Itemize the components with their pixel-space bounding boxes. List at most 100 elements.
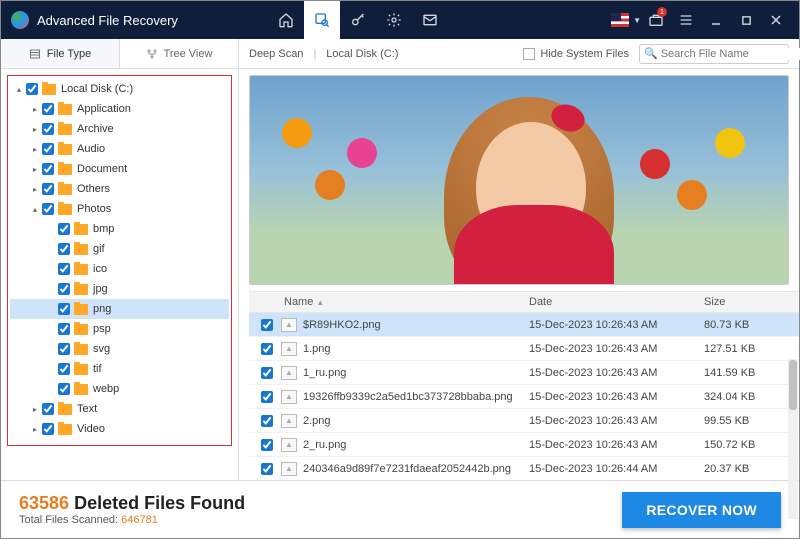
settings-button[interactable] bbox=[376, 1, 412, 39]
tree-checkbox[interactable] bbox=[42, 143, 54, 155]
hide-system-checkbox[interactable]: Hide System Files bbox=[523, 48, 629, 60]
tree-item[interactable]: tif bbox=[10, 359, 229, 379]
search-input[interactable] bbox=[661, 48, 800, 60]
footer: 63586 Deleted Files Found Total Files Sc… bbox=[1, 480, 799, 538]
maximize-button[interactable] bbox=[731, 1, 761, 39]
menu-button[interactable] bbox=[671, 1, 701, 39]
folder-icon bbox=[74, 324, 88, 335]
expand-icon[interactable]: ▸ bbox=[30, 125, 40, 134]
tree-checkbox[interactable] bbox=[42, 403, 54, 415]
cell-size: 127.51 KB bbox=[704, 343, 799, 355]
tree-item[interactable]: bmp bbox=[10, 219, 229, 239]
tree-checkbox[interactable] bbox=[58, 323, 70, 335]
image-icon: ▲ bbox=[281, 414, 297, 428]
tree-label: Document bbox=[77, 163, 127, 175]
tree-item[interactable]: ▸Audio bbox=[10, 139, 229, 159]
table-row[interactable]: ▲1_ru.png15-Dec-2023 10:26:43 AM141.59 K… bbox=[249, 361, 799, 385]
tab-tree-view[interactable]: Tree View bbox=[120, 39, 239, 68]
tree-checkbox[interactable] bbox=[58, 343, 70, 355]
minimize-button[interactable] bbox=[701, 1, 731, 39]
expand-icon[interactable]: ▴ bbox=[14, 85, 24, 94]
row-checkbox[interactable] bbox=[261, 343, 273, 355]
location-label: Local Disk (C:) bbox=[326, 48, 398, 60]
folder-icon bbox=[58, 124, 72, 135]
expand-icon[interactable]: ▸ bbox=[30, 425, 40, 434]
col-size[interactable]: Size bbox=[704, 296, 799, 308]
close-button[interactable] bbox=[761, 1, 791, 39]
cell-size: 324.04 KB bbox=[704, 391, 799, 403]
list-icon bbox=[29, 48, 41, 60]
tree-checkbox[interactable] bbox=[58, 283, 70, 295]
tree-checkbox[interactable] bbox=[42, 103, 54, 115]
image-icon: ▲ bbox=[281, 366, 297, 380]
tree-item[interactable]: psp bbox=[10, 319, 229, 339]
tree-checkbox[interactable] bbox=[58, 223, 70, 235]
notification-badge: 1 bbox=[657, 7, 667, 17]
tree-item[interactable]: gif bbox=[10, 239, 229, 259]
col-name[interactable]: Name▲ bbox=[281, 296, 529, 308]
deep-scan-label: Deep Scan bbox=[249, 48, 303, 60]
expand-icon[interactable]: ▸ bbox=[30, 165, 40, 174]
tree-checkbox[interactable] bbox=[42, 163, 54, 175]
table-row[interactable]: ▲2.png15-Dec-2023 10:26:43 AM99.55 KB bbox=[249, 409, 799, 433]
search-box[interactable]: 🔍 ✕ bbox=[639, 44, 789, 64]
tree-item[interactable]: ▸Archive bbox=[10, 119, 229, 139]
flag-icon bbox=[611, 13, 629, 27]
folder-icon bbox=[58, 424, 72, 435]
scrollbar-thumb[interactable] bbox=[789, 360, 797, 410]
expand-icon[interactable]: ▸ bbox=[30, 405, 40, 414]
table-row[interactable]: ▲240346a9d89f7e7231fdaeaf2052442b.png15-… bbox=[249, 457, 799, 480]
toolbox-button[interactable]: 1 bbox=[641, 1, 671, 39]
tree-item[interactable]: webp bbox=[10, 379, 229, 399]
tree-item[interactable]: ▸Text bbox=[10, 399, 229, 419]
table-row[interactable]: ▲19326ffb9339c2a5ed1bc373728bbaba.png15-… bbox=[249, 385, 799, 409]
tree-item[interactable]: ▸ Video bbox=[10, 419, 229, 439]
tree-item[interactable]: ▸Application bbox=[10, 99, 229, 119]
table-row[interactable]: ▲2_ru.png15-Dec-2023 10:26:43 AM150.72 K… bbox=[249, 433, 799, 457]
row-checkbox[interactable] bbox=[261, 391, 273, 403]
tree-item[interactable]: ▸ Document bbox=[10, 159, 229, 179]
tree-checkbox[interactable] bbox=[58, 363, 70, 375]
tab-file-type[interactable]: File Type bbox=[1, 39, 120, 68]
row-checkbox[interactable] bbox=[261, 463, 273, 475]
tree-item[interactable]: png bbox=[10, 299, 229, 319]
row-checkbox[interactable] bbox=[261, 319, 273, 331]
tree-checkbox[interactable] bbox=[58, 303, 70, 315]
tree-item[interactable]: ▸Others bbox=[10, 179, 229, 199]
folder-icon bbox=[74, 364, 88, 375]
col-date[interactable]: Date bbox=[529, 296, 704, 308]
recover-now-button[interactable]: RECOVER NOW bbox=[622, 492, 781, 528]
tree-checkbox[interactable] bbox=[42, 203, 54, 215]
tree-label: Video bbox=[77, 423, 105, 435]
expand-icon[interactable]: ▴ bbox=[30, 205, 40, 214]
tree-checkbox[interactable] bbox=[58, 243, 70, 255]
row-checkbox[interactable] bbox=[261, 367, 273, 379]
tree-checkbox[interactable] bbox=[42, 423, 54, 435]
tree-item[interactable]: svg bbox=[10, 339, 229, 359]
tree-item[interactable]: ico bbox=[10, 259, 229, 279]
expand-icon[interactable]: ▸ bbox=[30, 105, 40, 114]
table-row[interactable]: ▲$R89HKO2.png15-Dec-2023 10:26:43 AM80.7… bbox=[249, 313, 799, 337]
row-checkbox[interactable] bbox=[261, 415, 273, 427]
key-button[interactable] bbox=[340, 1, 376, 39]
cell-date: 15-Dec-2023 10:26:43 AM bbox=[529, 415, 704, 427]
tree-label: ico bbox=[93, 263, 107, 275]
vertical-scrollbar[interactable] bbox=[788, 359, 798, 519]
mail-button[interactable] bbox=[412, 1, 448, 39]
tree-checkbox[interactable] bbox=[26, 83, 38, 95]
row-checkbox[interactable] bbox=[261, 439, 273, 451]
expand-icon[interactable]: ▸ bbox=[30, 185, 40, 194]
home-button[interactable] bbox=[268, 1, 304, 39]
tree-checkbox[interactable] bbox=[58, 383, 70, 395]
tree-checkbox[interactable] bbox=[42, 123, 54, 135]
scan-button[interactable] bbox=[304, 1, 340, 39]
tree-checkbox[interactable] bbox=[58, 263, 70, 275]
tree-item[interactable]: jpg bbox=[10, 279, 229, 299]
tree-root[interactable]: ▴ Local Disk (C:) bbox=[10, 79, 229, 99]
tree-checkbox[interactable] bbox=[42, 183, 54, 195]
cell-date: 15-Dec-2023 10:26:43 AM bbox=[529, 391, 704, 403]
expand-icon[interactable]: ▸ bbox=[30, 145, 40, 154]
tree-item[interactable]: ▴Photos bbox=[10, 199, 229, 219]
table-row[interactable]: ▲1.png15-Dec-2023 10:26:43 AM127.51 KB bbox=[249, 337, 799, 361]
language-button[interactable]: ▼ bbox=[611, 1, 641, 39]
